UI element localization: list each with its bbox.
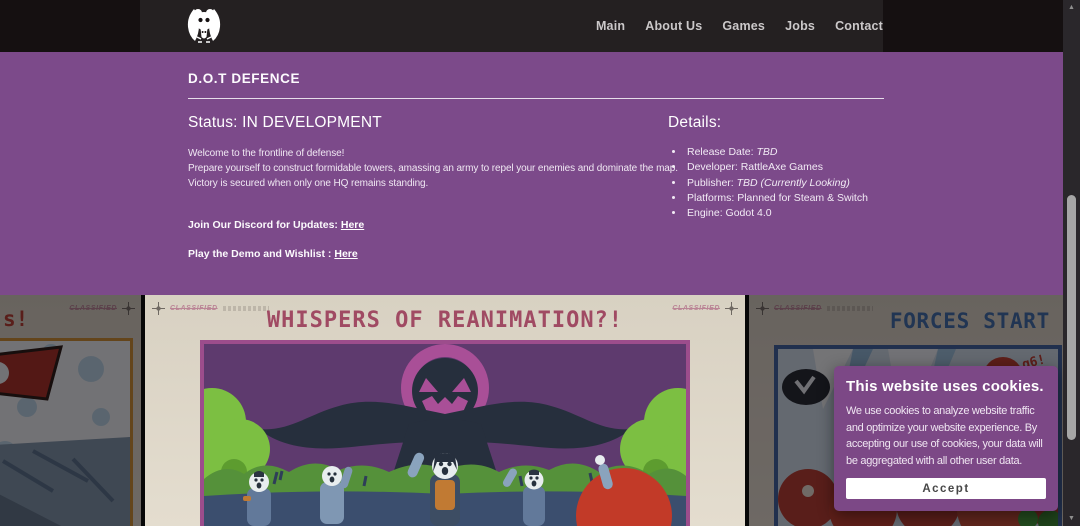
game-info-section: D.O.T DEFENCE Status: IN DEVELOPMENT Wel… (0, 52, 1063, 295)
poster-art-whispers (200, 340, 690, 526)
discord-line: Join Our Discord for Updates: Here (188, 219, 668, 231)
cookie-consent-banner: This website uses cookies. We use cookie… (834, 366, 1058, 511)
slide-dim-overlay (0, 295, 141, 526)
rattleaxe-logo-icon[interactable] (185, 6, 223, 46)
main-navigation: Main About Us Games Jobs Contact (596, 19, 883, 33)
demo-here-link[interactable]: Here (334, 248, 357, 260)
carousel-slide-current[interactable]: CLASSIFIED CLASSIFIED WHISPERS OF REANIM… (145, 295, 745, 526)
discord-here-link[interactable]: Here (341, 219, 364, 231)
cookie-body-line: and optimize your website experience. By (846, 420, 1046, 437)
center-poster-title: WHISPERS OF REANIMATION?! (145, 308, 745, 333)
top-nav-container: Main About Us Games Jobs Contact (140, 0, 883, 52)
demo-label: Play the Demo and Wishlist : (188, 248, 334, 260)
detail-engine: Engine: Godot 4.0 (685, 206, 884, 221)
nav-item-games[interactable]: Games (722, 19, 765, 33)
top-nav-bar: Main About Us Games Jobs Contact (0, 0, 1063, 52)
scroll-up-icon[interactable]: ▲ (1063, 1, 1080, 14)
nav-item-contact[interactable]: Contact (835, 19, 883, 33)
nav-item-about-us[interactable]: About Us (645, 19, 702, 33)
cookie-body-line: accepting our use of cookies, your data … (846, 436, 1046, 453)
description-line: Victory is secured when only one HQ rema… (188, 176, 668, 191)
cookie-body-line: We use cookies to analyze website traffi… (846, 403, 1046, 420)
detail-developer: Developer: RattleAxe Games (685, 160, 884, 175)
accept-cookies-button[interactable]: Accept (846, 478, 1046, 499)
detail-publisher: Publisher: TBD (Currently Looking) (685, 176, 884, 191)
title-divider (188, 98, 884, 99)
scroll-down-icon[interactable]: ▼ (1063, 512, 1080, 525)
cookie-banner-body: We use cookies to analyze website traffi… (846, 403, 1046, 469)
cookie-body-line: be aggregated with all other user data. (846, 453, 1046, 470)
details-list: Release Date: TBD Developer: RattleAxe G… (668, 145, 884, 221)
detail-platforms: Platforms: Planned for Steam & Switch (685, 191, 884, 206)
status-heading: Status: IN DEVELOPMENT (188, 114, 668, 132)
carousel-slide-previous[interactable]: s! CLASSIFIED (0, 295, 141, 526)
details-heading: Details: (668, 114, 884, 132)
description-line: Welcome to the frontline of defense! (188, 146, 668, 161)
game-description: Welcome to the frontline of defense! Pre… (188, 146, 668, 191)
scrollbar-thumb[interactable] (1067, 195, 1076, 440)
demo-line: Play the Demo and Wishlist : Here (188, 248, 668, 260)
nav-item-main[interactable]: Main (596, 19, 625, 33)
page-title: D.O.T DEFENCE (188, 71, 884, 86)
discord-label: Join Our Discord for Updates: (188, 219, 341, 231)
description-line: Prepare yourself to construct formidable… (188, 161, 668, 176)
detail-release-date: Release Date: TBD (685, 145, 884, 160)
nav-item-jobs[interactable]: Jobs (785, 19, 815, 33)
cookie-banner-title: This website uses cookies. (846, 378, 1046, 395)
vertical-scrollbar[interactable]: ▲ ▼ (1063, 0, 1080, 526)
